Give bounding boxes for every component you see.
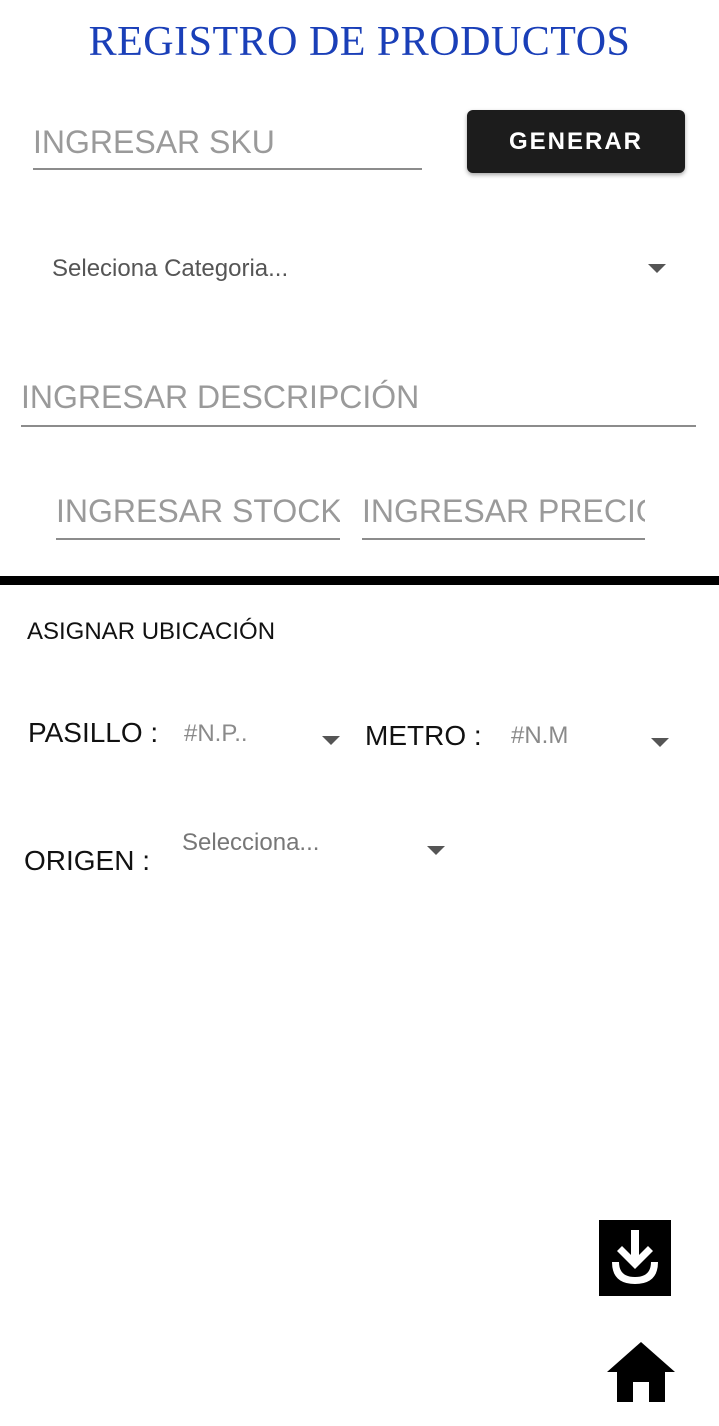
category-select[interactable]: Seleciona Categoria... — [36, 240, 686, 296]
sku-input[interactable] — [33, 122, 422, 170]
pasillo-label: PASILLO : — [28, 717, 159, 748]
category-selected-text: Seleciona Categoria... — [52, 255, 289, 282]
metro-label: METRO : — [365, 720, 482, 751]
stock-input[interactable] — [56, 490, 340, 540]
metro-select[interactable]: #N.M — [498, 712, 678, 760]
origen-selected-text: Selecciona... — [182, 829, 320, 856]
chevron-down-icon — [427, 846, 445, 855]
download-button[interactable] — [599, 1220, 671, 1296]
pasillo-selected-text: #N.P.. — [184, 720, 248, 747]
chevron-down-icon — [651, 738, 669, 747]
chevron-down-icon — [322, 736, 340, 745]
chevron-down-icon — [648, 264, 666, 273]
home-button[interactable] — [605, 1338, 677, 1406]
pasillo-select[interactable]: #N.P.. — [172, 712, 352, 760]
origen-select[interactable]: Selecciona... — [170, 820, 460, 876]
metro-selected-text: #N.M — [511, 722, 569, 749]
download-icon — [612, 1230, 658, 1284]
page-title: REGISTRO DE PRODUCTOS — [88, 19, 631, 65]
location-section-label: ASIGNAR UBICACIÓN — [27, 618, 276, 645]
generate-button[interactable]: GENERAR — [467, 110, 685, 173]
origen-label: ORIGEN : — [24, 845, 151, 876]
home-icon — [607, 1342, 675, 1402]
section-divider — [0, 576, 719, 585]
price-input[interactable] — [362, 490, 645, 540]
description-input[interactable] — [21, 375, 696, 427]
